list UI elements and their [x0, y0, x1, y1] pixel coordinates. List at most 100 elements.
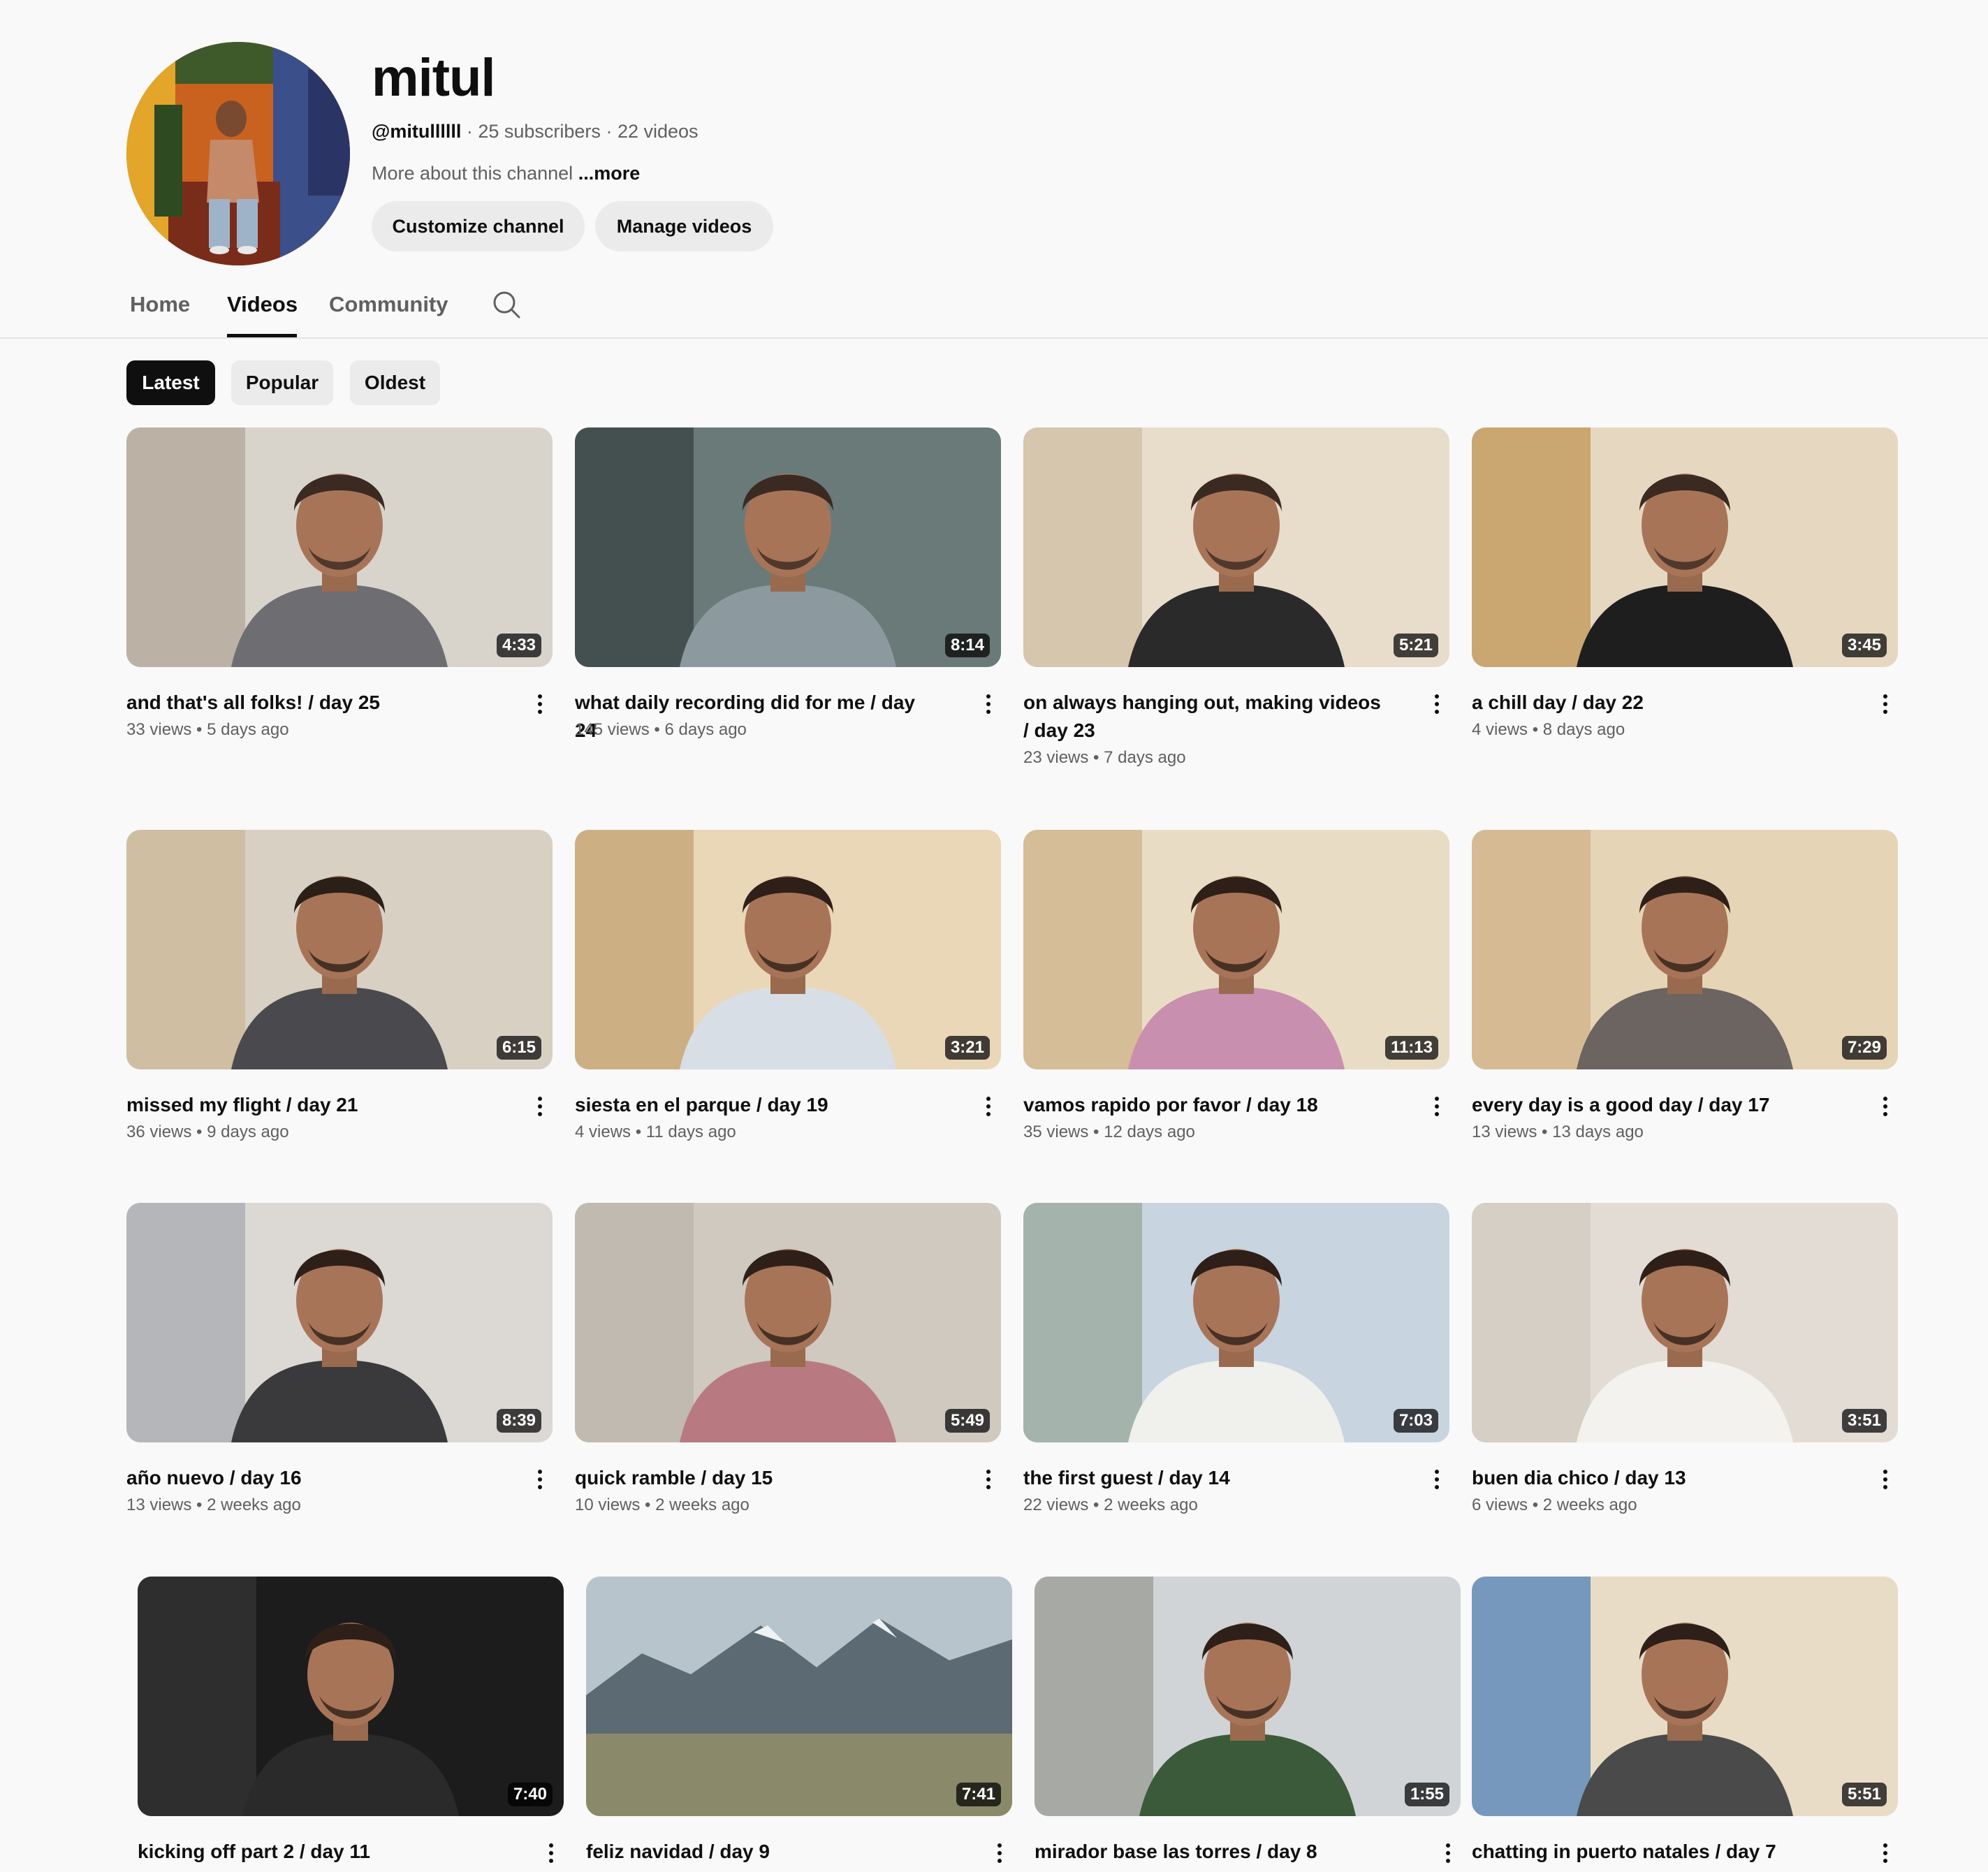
video-card[interactable]: 5:51 chatting in puerto natales / day 7	[1472, 1577, 1898, 1863]
channel-meta: @mitullllll · 25 subscribers · 22 videos	[372, 117, 699, 145]
video-meta: 23 views • 7 days ago	[1023, 746, 1186, 770]
more-vert-icon[interactable]	[1871, 689, 1899, 719]
video-duration: 5:51	[1841, 1783, 1887, 1806]
video-meta: 145 views • 6 days ago	[575, 718, 747, 742]
video-thumbnail[interactable]: 3:51	[1472, 1203, 1898, 1442]
video-title[interactable]: on always hanging out, making videos / d…	[1023, 689, 1387, 745]
video-card[interactable]: 1:55 mirador base las torres / day 8	[1035, 1577, 1461, 1863]
video-views: 13 views	[1472, 1123, 1537, 1141]
more-vert-icon[interactable]	[1434, 1838, 1462, 1869]
video-title[interactable]: buen dia chico / day 13	[1472, 1464, 1835, 1492]
about-more-link[interactable]: ...more	[578, 163, 641, 184]
video-thumbnail[interactable]: 7:41	[586, 1577, 1012, 1816]
video-title[interactable]: and that's all folks! / day 25	[126, 689, 490, 717]
video-card[interactable]: 7:41 feliz navidad / day 9	[586, 1577, 1012, 1863]
video-title[interactable]: vamos rapido por favor / day 18	[1023, 1091, 1387, 1119]
video-title[interactable]: feliz navidad / day 9	[586, 1838, 949, 1866]
video-views: 33 views	[126, 720, 192, 739]
video-meta: 6 views • 2 weeks ago	[1472, 1493, 1637, 1517]
subscriber-count: 25 subscribers	[478, 121, 601, 142]
video-title[interactable]: missed my flight / day 21	[126, 1091, 490, 1119]
video-card[interactable]: 6:15 missed my flight / day 21 36 views • …	[126, 830, 553, 1141]
more-vert-icon[interactable]	[526, 1091, 554, 1122]
video-thumbnail[interactable]: 7:29	[1472, 830, 1898, 1069]
more-vert-icon[interactable]	[526, 689, 554, 719]
video-card[interactable]: 8:14 what daily recording did for me / da…	[575, 427, 1001, 741]
video-card[interactable]: 11:13 vamos rapido por favor / day 18 35 v…	[1023, 830, 1449, 1141]
video-title[interactable]: mirador base las torres / day 8	[1035, 1838, 1398, 1866]
more-vert-icon[interactable]	[1871, 1464, 1899, 1495]
customize-channel-button[interactable]: Customize channel	[372, 201, 585, 251]
video-age: 13 days ago	[1552, 1123, 1644, 1141]
video-card[interactable]: 5:21 on always hanging out, making videos…	[1023, 427, 1449, 767]
video-card[interactable]: 7:03 the first guest / day 14 22 views • 2…	[1023, 1203, 1449, 1514]
more-vert-icon[interactable]	[1871, 1091, 1899, 1122]
video-thumbnail[interactable]: 11:13	[1023, 830, 1449, 1069]
more-vert-icon[interactable]	[537, 1838, 565, 1869]
video-card[interactable]: 7:29 every day is a good day / day 17 13 v…	[1472, 830, 1898, 1141]
video-thumbnail[interactable]: 1:55	[1035, 1577, 1461, 1816]
video-card[interactable]: 8:39 año nuevo / day 16 13 views • 2 weeks…	[126, 1203, 553, 1514]
video-title[interactable]: every day is a good day / day 17	[1472, 1091, 1835, 1119]
filter-latest-chip[interactable]: Latest	[126, 360, 215, 405]
video-duration: 3:21	[944, 1036, 990, 1060]
meta-dot: •	[1088, 748, 1104, 767]
video-card[interactable]: 4:33 and that's all folks! / day 25 33 vie…	[126, 427, 553, 739]
meta-separator: ·	[600, 121, 617, 142]
video-title[interactable]: the first guest / day 14	[1023, 1464, 1387, 1492]
tab-home[interactable]: Home	[130, 289, 190, 320]
video-thumbnail[interactable]: 6:15	[126, 830, 553, 1069]
video-duration: 7:29	[1841, 1036, 1887, 1060]
more-vert-icon[interactable]	[986, 1838, 1014, 1869]
filter-popular-chip[interactable]: Popular	[231, 360, 333, 405]
video-thumbnail[interactable]: 8:14	[575, 427, 1001, 667]
video-age: 12 days ago	[1104, 1123, 1195, 1141]
video-thumbnail[interactable]: 3:21	[575, 830, 1001, 1069]
manage-videos-button[interactable]: Manage videos	[595, 201, 773, 251]
video-thumbnail[interactable]: 4:33	[126, 427, 553, 667]
search-icon[interactable]	[491, 289, 522, 320]
video-age: 2 weeks ago	[207, 1496, 301, 1514]
video-title[interactable]: año nuevo / day 16	[126, 1464, 490, 1492]
video-card[interactable]: 5:49 quick ramble / day 15 10 views • 2 we…	[575, 1203, 1001, 1514]
more-vert-icon[interactable]	[1423, 1091, 1451, 1122]
video-meta: 36 views • 9 days ago	[126, 1120, 289, 1144]
video-views: 36 views	[126, 1123, 192, 1141]
video-thumbnail[interactable]: 3:45	[1472, 427, 1898, 667]
video-title[interactable]: a chill day / day 22	[1472, 689, 1835, 717]
video-title[interactable]: chatting in puerto natales / day 7	[1472, 1838, 1835, 1866]
video-thumbnail[interactable]: 7:40	[138, 1577, 564, 1816]
more-vert-icon[interactable]	[1423, 1464, 1451, 1495]
video-thumbnail[interactable]: 5:51	[1472, 1577, 1898, 1816]
video-card[interactable]: 3:45 a chill day / day 22 4 views • 8 days…	[1472, 427, 1898, 739]
video-title[interactable]: siesta en el parque / day 19	[575, 1091, 938, 1119]
video-views: 4 views	[1472, 720, 1528, 739]
more-vert-icon[interactable]	[974, 689, 1002, 719]
video-duration: 5:21	[1393, 634, 1438, 657]
more-vert-icon[interactable]	[974, 1464, 1002, 1495]
video-views: 13 views	[126, 1496, 192, 1514]
video-card[interactable]: 3:21 siesta en el parque / day 19 4 views …	[575, 830, 1001, 1141]
video-meta: 33 views • 5 days ago	[126, 718, 289, 742]
video-card[interactable]: 3:51 buen dia chico / day 13 6 views • 2 w…	[1472, 1203, 1898, 1514]
video-thumbnail[interactable]: 5:49	[575, 1203, 1001, 1442]
channel-avatar[interactable]	[126, 42, 350, 265]
filter-oldest-chip[interactable]: Oldest	[350, 360, 440, 405]
more-vert-icon[interactable]	[1423, 689, 1451, 719]
more-vert-icon[interactable]	[526, 1464, 554, 1495]
video-title[interactable]: quick ramble / day 15	[575, 1464, 938, 1492]
video-thumbnail[interactable]: 5:21	[1023, 427, 1449, 667]
video-count: 22 videos	[617, 121, 699, 142]
channel-page: mitul @mitullllll · 25 subscribers · 22 …	[0, 0, 1988, 1872]
video-thumbnail[interactable]: 7:03	[1023, 1203, 1449, 1442]
video-title[interactable]: kicking off part 2 / day 11	[138, 1838, 501, 1866]
video-meta: 4 views • 8 days ago	[1472, 718, 1625, 742]
more-vert-icon[interactable]	[1871, 1838, 1899, 1869]
video-card[interactable]: 7:40 kicking off part 2 / day 11	[138, 1577, 564, 1863]
tab-videos[interactable]: Videos	[227, 289, 298, 320]
video-thumbnail[interactable]: 8:39	[126, 1203, 553, 1442]
tab-community[interactable]: Community	[329, 289, 448, 320]
more-vert-icon[interactable]	[974, 1091, 1002, 1122]
channel-about[interactable]: More about this channel ...more	[372, 159, 640, 187]
video-meta: 35 views • 12 days ago	[1023, 1120, 1195, 1144]
